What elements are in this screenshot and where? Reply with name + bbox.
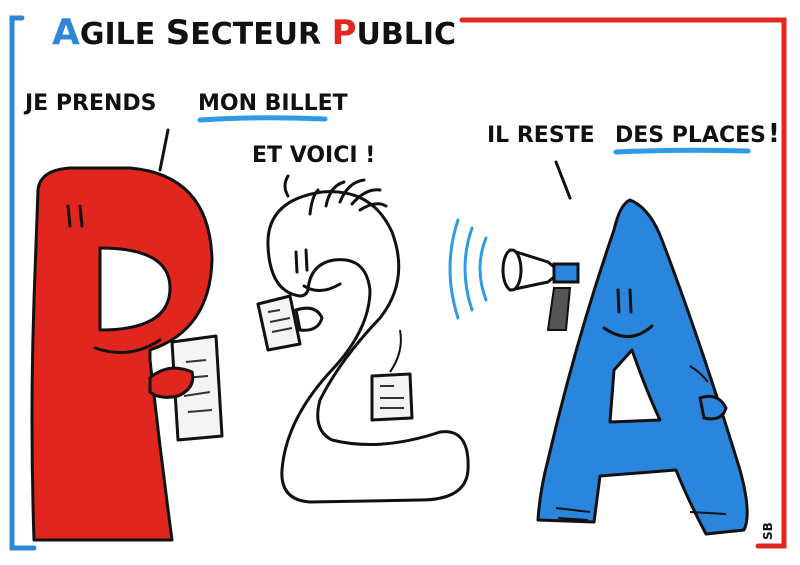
speech-a-after: ! [768, 119, 780, 149]
two-held-card [256, 294, 302, 352]
two-lanyard [389, 329, 402, 373]
artist-signature: SB [761, 522, 775, 540]
letter-a-character [448, 198, 749, 536]
speech-tail-p [158, 128, 170, 172]
speech-tail-two [283, 174, 290, 198]
speech-a: IL RESTE DES PLACES ! [487, 119, 780, 200]
two-body [266, 190, 470, 504]
number-two-character [256, 178, 470, 504]
sound-wave-1 [478, 236, 488, 302]
underline-des-places [613, 147, 751, 155]
speech-p-line1: JE PRENDS [23, 91, 156, 116]
speech-two: ET VOICI ! [252, 143, 375, 198]
speech-p-underlined: MON BILLET [198, 91, 348, 116]
megaphone-grip [546, 287, 572, 331]
two-hand [294, 306, 324, 332]
megaphone-mouth [501, 248, 523, 292]
comic-illustration: AGILE SECTEUR PUBLIC JE PRENDS MON BILLE… [9, 12, 787, 551]
speech-a-before: IL RESTE [487, 123, 595, 148]
page-title: AGILE SECTEUR PUBLIC [52, 12, 456, 53]
speech-two-text: ET VOICI ! [252, 143, 375, 168]
megaphone-handle [552, 262, 580, 284]
letter-p-character [30, 166, 224, 542]
speech-a-underlined: DES PLACES [615, 123, 766, 148]
sound-wave-2 [463, 226, 474, 312]
speech-tail-a [554, 160, 572, 200]
comic-panel: AGILE SECTEUR PUBLIC JE PRENDS MON BILLE… [0, 0, 800, 565]
a-body [536, 198, 749, 536]
underline-mon-billet [197, 115, 328, 123]
a-right-hand [698, 394, 728, 421]
sound-wave-3 [448, 218, 460, 320]
